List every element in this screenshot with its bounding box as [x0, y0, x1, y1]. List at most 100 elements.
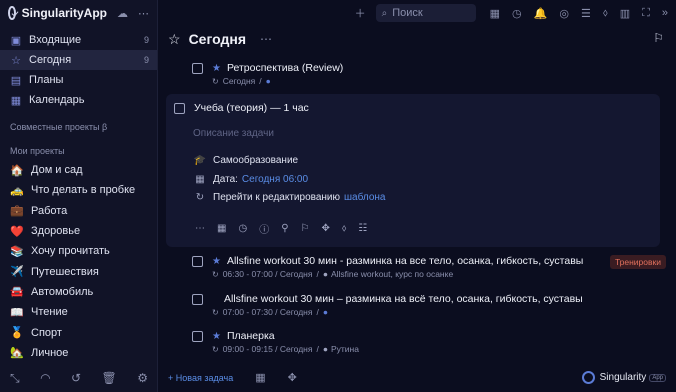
delete-icon[interactable]: ▥ [620, 7, 630, 20]
project-icon: 📖 [10, 306, 24, 319]
task-checkbox[interactable] [192, 293, 203, 305]
task-checkbox[interactable] [192, 255, 203, 267]
sidebar-item-count: 9 [143, 55, 149, 65]
project-item[interactable]: 💼 Работа [0, 201, 157, 221]
task-checkbox[interactable] [192, 330, 203, 342]
star-icon[interactable]: ★ [212, 256, 221, 267]
filter-icon[interactable]: ☰ [581, 7, 591, 20]
search-icon: ⌕ [381, 7, 388, 19]
task-item[interactable]: ★ Планерка ↻ 09:00 - 09:15 / Сегодня / ●… [192, 330, 666, 354]
sidebar-item-calendar[interactable]: ▦ Календарь [0, 90, 157, 110]
cloud-sync-icon[interactable]: ☁ [117, 7, 128, 20]
app-name: SingularityApp [21, 6, 107, 20]
move-icon[interactable]: ✥ [288, 371, 297, 384]
timer-icon[interactable]: ◷ [512, 7, 522, 20]
sidebar-item-inbox[interactable]: ▣ Входящие 9 [0, 30, 157, 50]
task-checkbox[interactable] [192, 62, 203, 74]
task-title[interactable]: Ретроспектива (Review) [227, 62, 343, 74]
more-icon[interactable]: ⋯ [138, 7, 149, 20]
task-item[interactable]: ★ Ретроспектива (Review) ↻ Сегодня / ● [192, 62, 666, 86]
task-description-input[interactable]: Описание задачи [193, 128, 274, 139]
sidebar-item-count: 9 [143, 35, 149, 45]
repeat-icon: ↻ [195, 192, 205, 203]
shared-projects-title[interactable]: Совместные проекты β [0, 118, 157, 136]
project-item[interactable]: 🏅 Спорт [0, 322, 157, 342]
task-date: 09:00 - 09:15 / Сегодня [222, 344, 313, 354]
more-icon[interactable]: ⋯ [195, 223, 205, 234]
project-icon: ✈️ [10, 266, 24, 279]
calendar-icon[interactable]: ▦ [255, 371, 265, 384]
project-label: Работа [31, 204, 68, 217]
project-label: Личное [31, 346, 69, 359]
sidebar-item-today[interactable]: ☆ Сегодня 9 [0, 50, 157, 70]
project-item[interactable]: ✈️ Путешествия [0, 261, 157, 281]
project-icon: 💼 [10, 205, 24, 218]
sidebar-footer: ⤡ ◠ ↺ 🗑 ⚙ [0, 364, 158, 392]
task-title[interactable]: Учеба (теория) — 1 час [194, 102, 309, 114]
task-title[interactable]: Allsfine workout 30 мин – разминка на вс… [224, 293, 583, 305]
star-icon[interactable]: ★ [212, 63, 221, 74]
task-checkbox[interactable] [174, 102, 185, 114]
search-input[interactable]: ⌕ Поиск [375, 4, 476, 22]
project-item[interactable]: 🏡 Личное [0, 343, 157, 363]
expand-panel-icon[interactable]: » [662, 7, 668, 19]
history-icon[interactable]: ↺ [71, 371, 81, 385]
tag-icon[interactable]: ⬨ [342, 223, 347, 234]
more-icon[interactable]: ⋯ [260, 32, 272, 46]
flag-icon[interactable]: ⚐ [301, 223, 310, 234]
project-item[interactable]: 🚘 Автомобиль [0, 282, 157, 302]
tag-icon[interactable]: ⬨ [603, 7, 608, 20]
task-item[interactable]: ★ Allsfine workout 30 мин - разминка на … [192, 255, 666, 279]
add-icon[interactable]: ＋ [355, 5, 366, 21]
sidebar-item-label: Входящие [29, 34, 82, 46]
flag-icon[interactable]: ⚐ [653, 31, 664, 45]
repeat-icon: ↻ [212, 307, 219, 317]
project-item[interactable]: 📖 Чтение [0, 302, 157, 322]
fullscreen-icon[interactable]: ⛶ [642, 7, 650, 20]
project-item[interactable]: ❤️ Здоровье [0, 221, 157, 241]
task-tag[interactable]: Тренировки [609, 255, 666, 269]
project-icon: 🚘 [10, 286, 24, 299]
star-icon: ☆ [11, 54, 21, 67]
my-projects-title[interactable]: Мои проекты [0, 142, 157, 160]
bell-icon[interactable]: 🔔 [534, 7, 548, 20]
star-icon[interactable]: ☆ [168, 31, 181, 48]
calendar-icon[interactable]: ▦ [490, 7, 500, 20]
timer-icon[interactable]: ◷ [238, 223, 247, 234]
meta-separator: / [259, 76, 262, 86]
project-item[interactable]: 🚕 Что делать в пробке [0, 180, 157, 200]
task-title[interactable]: Планерка [227, 330, 275, 342]
meta-separator: / [316, 307, 319, 317]
project-item[interactable]: 📚 Хочу прочитать [0, 241, 157, 261]
project-dot-icon: ● [265, 76, 271, 86]
collapse-arrows-icon[interactable]: ⤡ [10, 371, 20, 386]
priority-icon[interactable]: ⓘ [259, 221, 269, 236]
signal-icon[interactable]: ◠ [40, 371, 50, 385]
sidebar-item-label: Планы [29, 74, 64, 86]
focus-icon[interactable]: ◎ [559, 7, 569, 20]
task-date: Сегодня [222, 76, 256, 86]
brand-name: Singularity [599, 372, 647, 383]
star-icon[interactable]: ★ [212, 331, 221, 342]
graduation-cap-icon: 🎓 [193, 155, 207, 166]
new-task-button[interactable]: + Новая задача [168, 373, 233, 383]
app-logo-icon [8, 6, 16, 20]
project-icon: 🏅 [10, 327, 24, 340]
checklist-icon[interactable]: ☷ [358, 223, 367, 234]
settings-icon[interactable]: ⚙ [137, 371, 148, 385]
task-title[interactable]: Allsfine workout 30 мин - разминка на вс… [227, 255, 583, 267]
topbar: ＋ ⌕ Поиск ▦ ◷ 🔔 ◎ ☰ ⬨ ▥ ⛶ » [158, 0, 676, 26]
move-icon[interactable]: ✥ [321, 223, 329, 234]
trash-icon[interactable]: 🗑 [102, 371, 117, 385]
task-date-row[interactable]: ▦ Дата: Сегодня 06:00 [193, 174, 308, 185]
template-link[interactable]: шаблона [344, 192, 385, 203]
project-item[interactable]: 🏠 Дом и сад [0, 160, 157, 180]
task-item[interactable]: Allsfine workout 30 мин – разминка на вс… [192, 293, 666, 317]
calendar-icon[interactable]: ▦ [217, 223, 226, 234]
date-value[interactable]: Сегодня 06:00 [242, 174, 308, 185]
task-project[interactable]: 🎓 Самообразование [193, 155, 298, 166]
page-title: Сегодня [188, 31, 246, 47]
date-label: Дата: [213, 174, 238, 185]
sidebar-item-plans[interactable]: ▤ Планы [0, 70, 157, 90]
pin-icon[interactable]: ⚲ [281, 223, 288, 234]
